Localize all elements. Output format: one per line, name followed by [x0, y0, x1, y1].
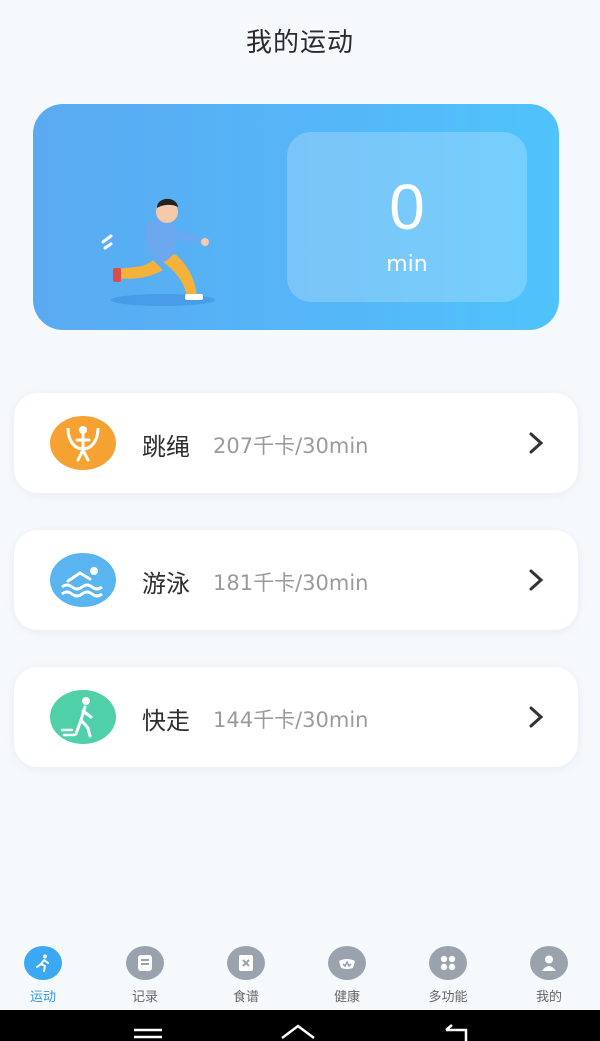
activity-name: 快走: [142, 707, 190, 735]
activity-calories: 181千卡/30min: [213, 571, 369, 595]
tab-label: 我的: [535, 990, 562, 1005]
chevron-right-icon: [529, 432, 544, 454]
exercise-minutes-value: 0: [389, 171, 425, 243]
bottom-tab-bar: 运动 记录 食谱 健康 多功能 我的: [0, 938, 600, 1010]
record-icon: [126, 946, 164, 980]
activity-name: 跳绳: [142, 433, 190, 461]
walk-icon: [50, 690, 116, 744]
tab-exercise[interactable]: 运动: [3, 946, 83, 1005]
activity-card-swim[interactable]: 游泳 181千卡/30min: [14, 530, 578, 630]
system-nav-bar: [0, 1010, 600, 1041]
tab-multifunction[interactable]: 多功能: [408, 946, 488, 1005]
activity-calories: 144千卡/30min: [213, 708, 369, 732]
activity-card-brisk-walk[interactable]: 快走 144千卡/30min: [14, 667, 578, 767]
health-icon: [328, 946, 366, 980]
menu-icon[interactable]: [128, 1020, 168, 1041]
grid-icon: [429, 946, 467, 980]
chevron-right-icon: [529, 706, 544, 728]
home-icon[interactable]: [278, 1020, 318, 1041]
exercise-minutes-box: 0 min: [287, 132, 527, 302]
activity-calories: 207千卡/30min: [213, 434, 369, 458]
exercise-minutes-unit: min: [386, 252, 428, 277]
recipe-icon: [227, 946, 265, 980]
tab-label: 运动: [29, 990, 56, 1005]
swim-icon: [50, 553, 116, 607]
tab-label: 健康: [333, 990, 360, 1005]
tab-profile[interactable]: 我的: [509, 946, 589, 1005]
person-icon: [530, 946, 568, 980]
tab-label: 食谱: [232, 990, 259, 1005]
exercise-summary-card: 0 min: [33, 104, 559, 330]
tab-record[interactable]: 记录: [105, 946, 185, 1005]
tab-label: 多功能: [428, 990, 468, 1005]
chevron-right-icon: [529, 569, 544, 591]
activity-card-jump-rope[interactable]: 跳绳 207千卡/30min: [14, 393, 578, 493]
tab-label: 记录: [131, 990, 158, 1005]
tab-health[interactable]: 健康: [307, 946, 387, 1005]
back-icon[interactable]: [436, 1020, 476, 1041]
jump-rope-icon: [50, 416, 116, 470]
page-title: 我的运动: [245, 28, 354, 58]
tab-recipe[interactable]: 食谱: [206, 946, 286, 1005]
runner-illustration: [101, 198, 215, 306]
run-icon: [24, 946, 62, 980]
activity-name: 游泳: [142, 570, 190, 598]
